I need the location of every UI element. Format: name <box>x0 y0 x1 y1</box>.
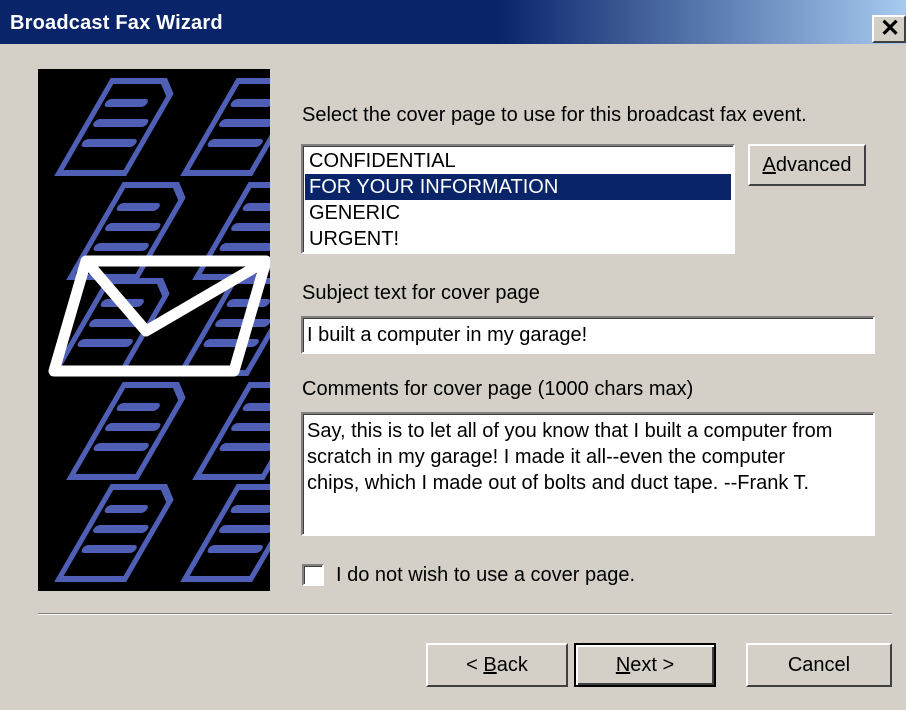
no-cover-page-checkbox[interactable] <box>302 564 324 586</box>
comment-line: Say, this is to let all of you know that… <box>307 420 833 442</box>
footer-divider <box>38 613 892 615</box>
cover-page-option[interactable]: CONFIDENTIAL <box>305 148 731 174</box>
close-button[interactable]: ✕ <box>872 15 906 43</box>
cover-page-prompt: Select the cover page to use for this br… <box>302 104 807 126</box>
window-title: Broadcast Fax Wizard <box>10 12 223 34</box>
subject-label: Subject text for cover page <box>302 282 540 304</box>
advanced-button[interactable]: Advanced <box>748 144 866 186</box>
cover-page-option[interactable]: GENERIC <box>305 200 731 226</box>
document-pattern <box>55 81 270 579</box>
cover-page-option[interactable]: FOR YOUR INFORMATION <box>305 174 731 200</box>
wizard-sidebar-graphic <box>38 69 270 591</box>
title-bar: Broadcast Fax Wizard ✕ <box>0 0 906 44</box>
comments-label: Comments for cover page (1000 chars max) <box>302 378 694 400</box>
close-icon: ✕ <box>880 15 901 42</box>
comment-line: chips, which I made out of bolts and duc… <box>307 472 810 494</box>
comment-line: scratch in my garage! I made it all--eve… <box>307 446 785 468</box>
back-button[interactable]: < Back <box>426 643 568 687</box>
next-button[interactable]: Next > <box>574 643 716 687</box>
subject-input[interactable]: I built a computer in my garage! <box>301 316 875 354</box>
cancel-button[interactable]: Cancel <box>746 643 892 687</box>
cover-page-listbox[interactable]: CONFIDENTIAL FOR YOUR INFORMATION GENERIC U… <box>301 144 735 254</box>
comments-textarea[interactable]: Say, this is to let all of you know that… <box>301 412 875 536</box>
fax-documents-graphic <box>48 69 270 591</box>
wizard-window: Broadcast Fax Wizard ✕ Select the cover … <box>0 0 906 710</box>
cover-page-option[interactable]: URGENT! <box>305 226 731 252</box>
subject-value: I built a computer in my garage! <box>307 324 588 346</box>
no-cover-page-label: I do not wish to use a cover page. <box>336 564 636 586</box>
